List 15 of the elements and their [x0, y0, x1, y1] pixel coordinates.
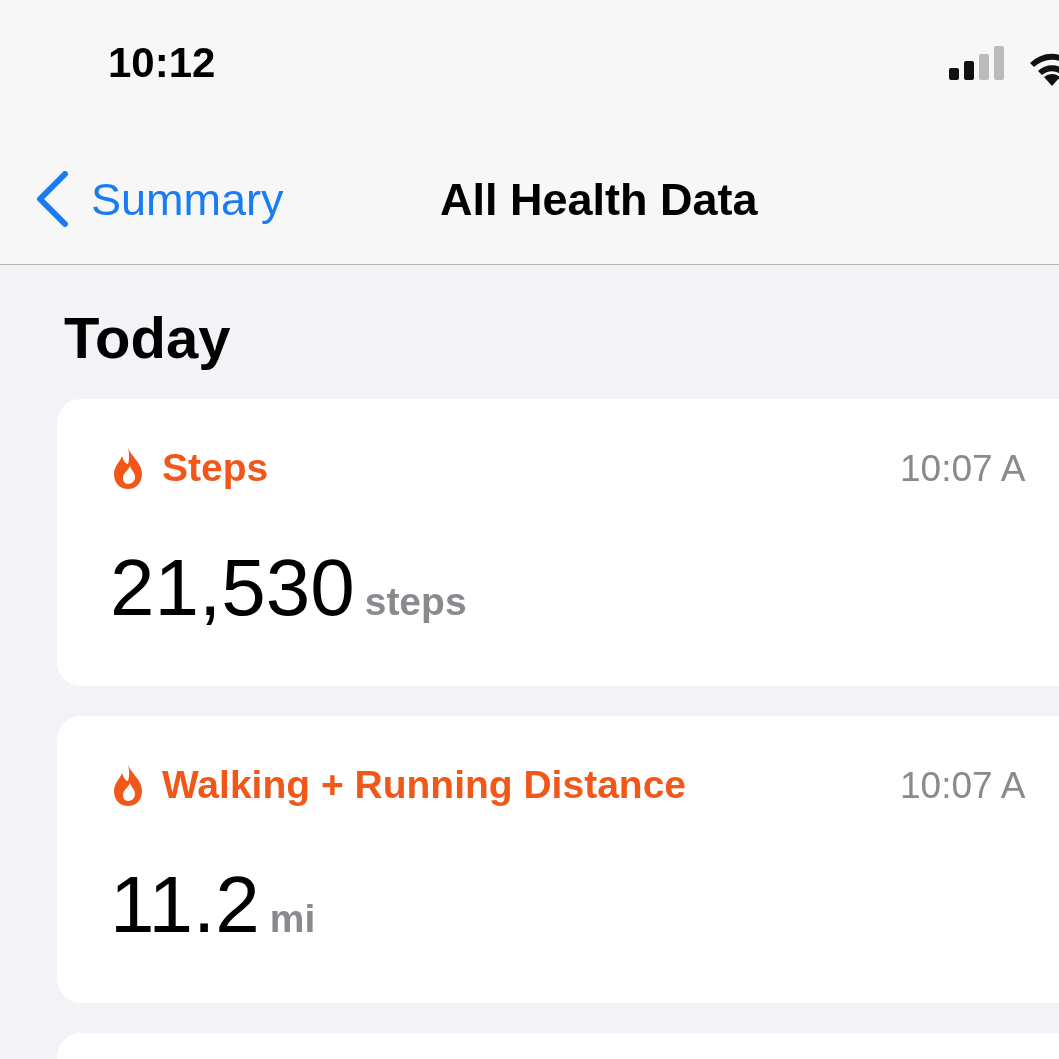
metric-unit: steps [364, 581, 467, 621]
chevron-left-icon [35, 171, 69, 228]
metric-card[interactable]: Walking + Running Distance 10:07 A 11.2 mi [57, 716, 1059, 1003]
back-button[interactable]: Summary [35, 171, 284, 228]
metric-label: Walking + Running Distance [162, 762, 687, 808]
metric-value: 21,530 [110, 547, 355, 628]
metric-card[interactable]: Steps 10:07 A 21,530 steps [57, 399, 1059, 686]
metric-value: 11.2 [110, 864, 260, 945]
signal-icon [949, 46, 1005, 80]
nav-title: All Health Data [440, 176, 758, 222]
metric-label: Steps [162, 445, 269, 491]
metric-unit: mi [269, 898, 316, 938]
metric-time: 10:07 A [900, 446, 1026, 491]
status-time: 10:12 [108, 42, 216, 84]
metric-time: 10:07 A [900, 763, 1026, 808]
